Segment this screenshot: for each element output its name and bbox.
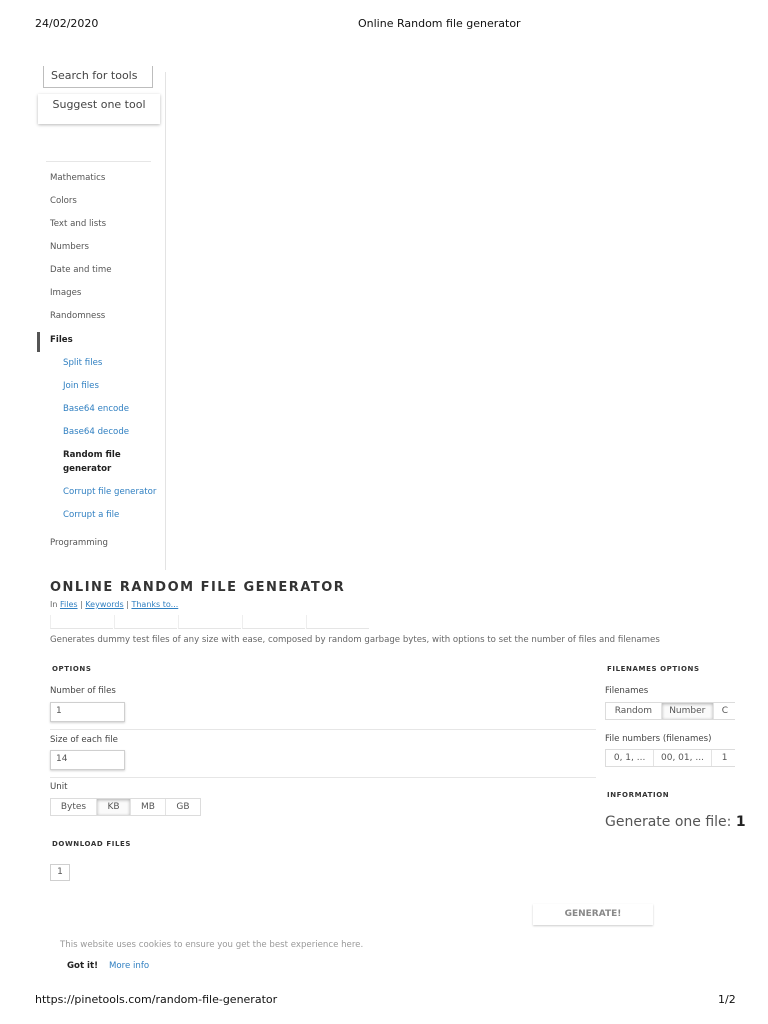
field-divider [50, 777, 596, 778]
active-indicator [37, 332, 40, 352]
unit-option-kb[interactable]: KB [97, 799, 131, 815]
filenames-option-number[interactable]: Number [661, 703, 714, 719]
sidebar-item-randomness[interactable]: Randomness [50, 311, 105, 321]
sidebar-subitem-base64-encode[interactable]: Base64 encode [63, 404, 129, 414]
share-button[interactable] [178, 615, 241, 629]
cookie-notice-text: This website uses cookies to ensure you … [60, 940, 364, 950]
print-page-number: 1/2 [718, 993, 736, 1006]
sidebar-item-numbers[interactable]: Numbers [50, 242, 89, 252]
sidebar-item-files[interactable]: Files [50, 335, 73, 345]
share-button[interactable] [242, 615, 305, 629]
generate-button[interactable]: GENERATE! [533, 904, 653, 925]
breadcrumb-link-keywords[interactable]: Keywords [85, 600, 123, 609]
filenames-selector: Random Number C [605, 702, 735, 720]
share-button[interactable] [50, 615, 113, 629]
sidebar-item-mathematics[interactable]: Mathematics [50, 173, 105, 183]
file-numbers-option-double[interactable]: 00, 01, ... [654, 750, 712, 766]
share-button[interactable] [306, 615, 369, 629]
sidebar-item-text-and-lists[interactable]: Text and lists [50, 219, 106, 229]
unit-selector: Bytes KB MB GB [50, 798, 201, 816]
sidebar-subitem-base64-decode[interactable]: Base64 decode [63, 427, 129, 437]
suggest-tool-button[interactable]: Suggest one tool [38, 94, 160, 124]
unit-option-mb[interactable]: MB [131, 799, 166, 815]
sidebar-item-colors[interactable]: Colors [50, 196, 77, 206]
sidebar-subitem-split-files[interactable]: Split files [63, 358, 102, 368]
size-of-each-file-label: Size of each file [50, 735, 118, 745]
sidebar-item-images[interactable]: Images [50, 288, 81, 298]
download-files-heading: DOWNLOAD FILES [52, 840, 132, 848]
filenames-options-heading: FILENAMES OPTIONS [607, 665, 700, 673]
cookie-accept-button[interactable]: Got it! [67, 961, 98, 971]
file-numbers-option-single[interactable]: 0, 1, ... [606, 750, 655, 766]
share-button[interactable] [114, 615, 177, 629]
print-doc-title: Online Random file generator [358, 17, 521, 30]
number-of-files-input[interactable]: 1 [50, 702, 125, 722]
sidebar-subitem-join-files[interactable]: Join files [63, 381, 99, 391]
share-buttons-row [50, 615, 372, 629]
information-heading: INFORMATION [607, 791, 670, 799]
breadcrumb-link-files[interactable]: Files [60, 600, 78, 609]
size-of-each-file-input[interactable]: 14 [50, 750, 125, 770]
information-label: Generate one file: [605, 814, 732, 830]
sidebar-divider-vertical [165, 72, 166, 570]
page-title: ONLINE RANDOM FILE GENERATOR [50, 580, 346, 595]
options-heading: OPTIONS [52, 665, 92, 673]
file-numbers-selector: 0, 1, ... 00, 01, ... 1 [605, 749, 735, 767]
print-date: 24/02/2020 [35, 17, 99, 30]
number-of-files-label: Number of files [50, 686, 116, 696]
sidebar-item-date-and-time[interactable]: Date and time [50, 265, 112, 275]
sidebar-subitem-corrupt-file-generator[interactable]: Corrupt file generator [63, 487, 156, 497]
filenames-option-random[interactable]: Random [606, 703, 662, 719]
tool-description: Generates dummy test files of any size w… [50, 635, 660, 645]
tool-search-input[interactable]: Search for tools [43, 66, 153, 88]
file-numbers-option-triple[interactable]: 1 [712, 750, 735, 766]
filenames-label: Filenames [605, 686, 649, 696]
file-numbers-label: File numbers (filenames) [605, 734, 712, 744]
filenames-option-custom[interactable]: C [714, 703, 735, 719]
sidebar-subitem-corrupt-a-file[interactable]: Corrupt a file [63, 510, 119, 520]
sidebar-divider [46, 161, 151, 162]
download-file-button[interactable]: 1 [50, 864, 70, 881]
breadcrumb-link-thanks[interactable]: Thanks to... [131, 600, 178, 609]
unit-option-bytes[interactable]: Bytes [51, 799, 97, 815]
sidebar-subitem-random-file-generator[interactable]: Random file generator [63, 449, 143, 476]
information-text: Generate one file: 1 [605, 814, 746, 830]
sidebar-item-programming[interactable]: Programming [50, 538, 108, 548]
unit-option-gb[interactable]: GB [166, 799, 200, 815]
cookie-more-info-link[interactable]: More info [109, 961, 149, 971]
information-value: 1 [735, 814, 746, 830]
print-url: https://pinetools.com/random-file-genera… [35, 993, 278, 1006]
unit-label: Unit [50, 782, 68, 792]
field-divider [50, 729, 596, 730]
breadcrumb: In Files | Keywords | Thanks to... [50, 600, 179, 609]
breadcrumb-prefix: In [50, 600, 58, 609]
